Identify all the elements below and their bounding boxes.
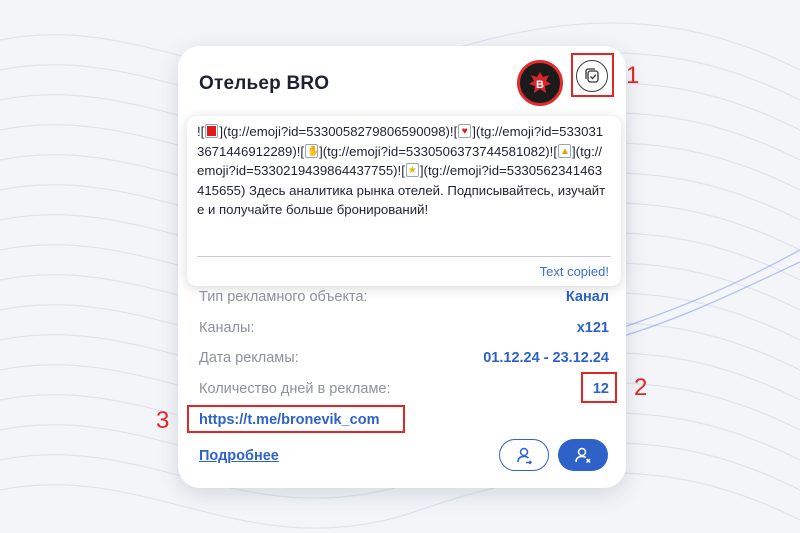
user-remove-icon: [575, 447, 591, 464]
ad-days-label: Количество дней в рекламе:: [199, 381, 391, 397]
more-details-link[interactable]: Подробнее: [199, 448, 279, 464]
ad-date-value: 01.12.24 - 23.12.24: [483, 350, 609, 366]
highlight-channel-link: [187, 405, 405, 433]
post-text-fragment: ![: [197, 124, 205, 139]
red-square-icon: [205, 124, 219, 138]
svg-text:B: B: [536, 79, 544, 91]
post-text-fragment: ](tg://emoji?id=5330506373744581082)![: [319, 143, 558, 159]
ad-date-label: Дата рекламы:: [199, 350, 299, 366]
highlight-copy-button: [571, 53, 614, 97]
user-refresh-button[interactable]: [499, 439, 549, 471]
ad-type-value: Канал: [565, 289, 609, 305]
avatar-logo-icon: B: [529, 72, 551, 93]
copied-post-text: ![ ](tg://emoji?id=5330058279806590098)![…: [197, 122, 609, 220]
popup-divider: [197, 256, 611, 257]
user-sync-icon: [517, 447, 532, 465]
callout-3: 3: [156, 407, 170, 434]
red-heart-icon: ♥: [458, 124, 472, 138]
highlight-days-value: [581, 372, 617, 403]
copy-status: Text copied!: [539, 264, 609, 279]
ad-type-label: Тип рекламного объекта:: [199, 289, 368, 305]
hand-icon: ✋: [305, 143, 320, 158]
channel-avatar: B: [517, 60, 563, 106]
channel-title: Отельер BRO: [199, 73, 330, 94]
star-icon: ★: [405, 163, 419, 178]
channels-label: Каналы:: [199, 320, 255, 336]
channels-value: x121: [576, 320, 609, 336]
callout-2: 2: [634, 374, 648, 401]
post-text-fragment: ](tg://emoji?id=5330058279806590098)![: [219, 124, 458, 139]
thumbs-up-icon: ▲: [558, 143, 572, 158]
copied-text-popup: ![ ](tg://emoji?id=5330058279806590098)![…: [187, 116, 621, 286]
callout-1: 1: [626, 62, 640, 89]
user-remove-button[interactable]: [558, 439, 608, 471]
